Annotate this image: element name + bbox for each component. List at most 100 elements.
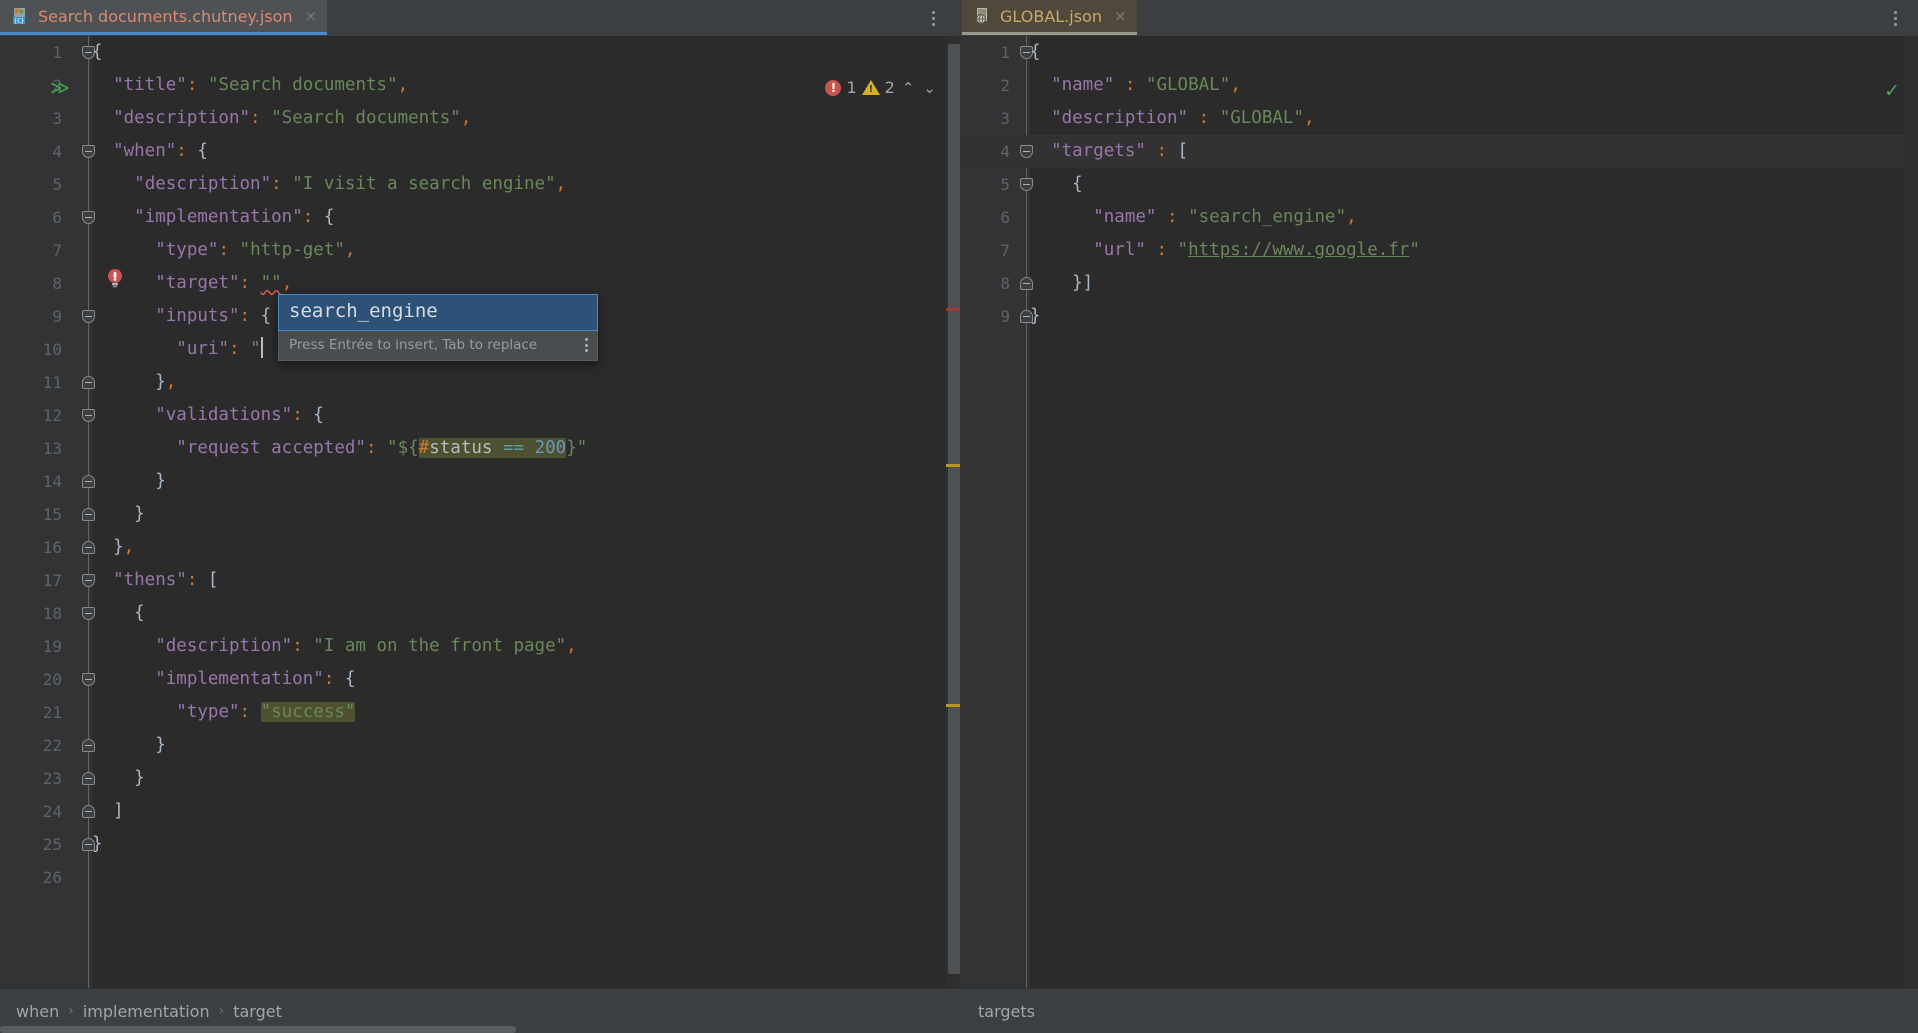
code-line[interactable]: 3 "description" : "GLOBAL", (962, 102, 1918, 135)
code-line[interactable]: 2 "name" : "GLOBAL", (962, 69, 1918, 102)
run-scenario-arrow-icon[interactable]: ≫ (50, 78, 70, 98)
code-line[interactable]: 17 "thens": [ (0, 564, 960, 597)
code-token: } (92, 504, 145, 524)
code-line[interactable]: 7 "type": "http-get", (0, 234, 960, 267)
code-token: : (186, 570, 198, 590)
code-line[interactable]: 7 "url" : "https://www.google.fr" (962, 234, 1918, 267)
code-line[interactable]: 15 } (0, 498, 960, 531)
code-token: : (271, 174, 282, 194)
code-line[interactable]: 5 { (962, 168, 1918, 201)
close-icon[interactable]: × (305, 7, 318, 25)
code-text: } (92, 828, 103, 861)
code-token: , (165, 372, 177, 392)
text-caret (260, 337, 263, 358)
code-token: "title" (113, 75, 187, 95)
line-number: 12 (42, 406, 62, 425)
line-number: 17 (42, 571, 62, 590)
code-text: "description": "I am on the front page", (92, 630, 576, 663)
breadcrumb-right[interactable]: targets (962, 989, 1035, 1033)
code-line[interactable]: 8 }] (962, 267, 1918, 300)
inspection-widget[interactable]: ! 1 2 ⌃ ⌄ (825, 78, 938, 97)
line-number: 21 (42, 703, 62, 722)
code-token: : (292, 405, 303, 425)
tab-global-json[interactable]: GLOBAL.json × (962, 0, 1137, 35)
code-line[interactable]: 1{ (962, 36, 1918, 69)
vertical-scrollbar-thumb[interactable] (948, 44, 960, 974)
code-line[interactable]: 19 "description": "I am on the front pag… (0, 630, 960, 663)
code-line[interactable]: 20 "implementation": { (0, 663, 960, 696)
warning-marker[interactable] (946, 704, 960, 707)
tab-options-kebab-icon[interactable] (1886, 8, 1904, 28)
completion-options-kebab-icon[interactable] (585, 338, 588, 352)
line-number: 13 (42, 439, 62, 458)
code-line[interactable]: 23 } (0, 762, 960, 795)
close-icon[interactable]: × (1114, 7, 1127, 25)
code-lines-left[interactable]: 1{2 "title": "Search documents", 3 "descr… (0, 36, 960, 989)
tab-options-kebab-icon[interactable] (924, 8, 942, 28)
checkmark-icon[interactable]: ✓ (1884, 80, 1900, 102)
code-token: { (302, 405, 324, 425)
editor-pane-left[interactable]: 1{2 "title": "Search documents", 3 "descr… (0, 36, 960, 989)
horizontal-scrollbar-thumb[interactable] (0, 1026, 516, 1033)
code-line[interactable]: 4 "targets" : [ (962, 135, 1918, 168)
code-line[interactable]: 11 }, (0, 366, 960, 399)
code-line[interactable]: 6 "name" : "search_engine", (962, 201, 1918, 234)
code-line[interactable]: 22 } (0, 729, 960, 762)
breadcrumb-item[interactable]: when (16, 1002, 59, 1021)
code-lines-right[interactable]: 1{2 "name" : "GLOBAL", 3 "description" : … (962, 36, 1918, 989)
warning-marker[interactable] (946, 464, 960, 467)
line-number: 3 (52, 109, 62, 128)
code-line[interactable]: 5 "description": "I visit a search engin… (0, 168, 960, 201)
breadcrumb-item[interactable]: targets (978, 1002, 1035, 1021)
code-token: : (1198, 108, 1210, 128)
code-line[interactable]: 21 "type": "success" (0, 696, 960, 729)
code-line[interactable]: 26 (0, 861, 960, 894)
code-line[interactable]: 24 ] (0, 795, 960, 828)
line-number: 16 (42, 538, 62, 557)
code-line[interactable]: 3 "description": "Search documents", (0, 102, 960, 135)
code-token: } (1030, 306, 1041, 326)
code-line[interactable]: 4 "when": { (0, 135, 960, 168)
line-number: 4 (1000, 142, 1010, 161)
code-line[interactable]: 12 "validations": { (0, 399, 960, 432)
code-token: "url" (1093, 240, 1146, 260)
code-token: : (365, 438, 377, 458)
code-line[interactable]: 1{ (0, 36, 960, 69)
code-text: "inputs": { (92, 300, 271, 333)
error-stripe-markerbar-right[interactable] (1904, 36, 1918, 989)
next-problem-icon[interactable]: ⌄ (921, 79, 938, 97)
code-line[interactable]: 6 "implementation": { (0, 201, 960, 234)
code-token: : (176, 141, 187, 161)
completion-item-search-engine[interactable]: search_engine (278, 294, 598, 331)
code-line[interactable]: 18 { (0, 597, 960, 630)
error-count: 1 (846, 78, 857, 97)
completion-hint-text: Press Entrée to insert, Tab to replace (289, 337, 538, 353)
previous-problem-icon[interactable]: ⌃ (900, 79, 917, 97)
breadcrumb-item[interactable]: implementation (83, 1002, 210, 1021)
line-number: 9 (52, 307, 62, 326)
code-text: "implementation": { (92, 201, 334, 234)
code-line[interactable]: 9} (962, 300, 1918, 333)
code-token: https://www.google.fr (1188, 240, 1410, 260)
code-token: " (1177, 240, 1189, 260)
code-line[interactable]: 2 "title": "Search documents", (0, 69, 960, 102)
error-stripe-markerbar-left[interactable] (946, 36, 960, 989)
breadcrumb-item[interactable]: target (233, 1002, 282, 1021)
error-lightbulb-icon[interactable] (106, 268, 124, 288)
tab-title: Search documents.chutney.json (38, 6, 293, 26)
code-line[interactable]: 16 }, (0, 531, 960, 564)
code-line[interactable]: 13 "request accepted": "${#status == 200… (0, 432, 960, 465)
editor-pane-right[interactable]: 1{2 "name" : "GLOBAL", 3 "description" : … (962, 36, 1918, 989)
warning-count: 2 (884, 78, 895, 97)
code-line[interactable]: 14 } (0, 465, 960, 498)
error-marker[interactable] (946, 308, 960, 311)
warning-triangle-icon (861, 80, 880, 95)
code-token: "http-get" (239, 240, 345, 260)
tab-search-documents-chutney-json[interactable]: {C} Search documents.chutney.json × (0, 0, 328, 35)
code-line[interactable]: 25} (0, 828, 960, 861)
code-completion-popup[interactable]: search_engine Press Entrée to insert, Ta… (278, 294, 598, 361)
